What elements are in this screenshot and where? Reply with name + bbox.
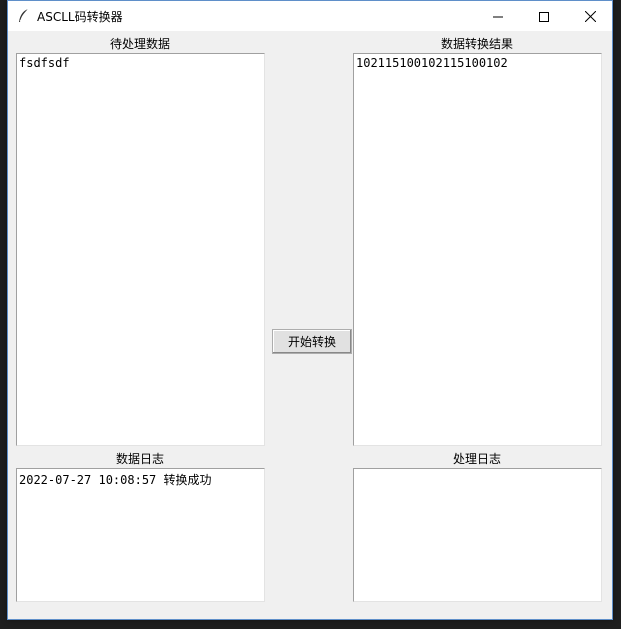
process-log-label: 处理日志 bbox=[452, 452, 501, 466]
close-icon bbox=[584, 7, 596, 26]
window-title: ASCLL码转换器 bbox=[37, 10, 123, 24]
input-label: 待处理数据 bbox=[109, 37, 170, 51]
data-log-textbox[interactable]: 2022-07-27 10:08:57 转换成功 bbox=[16, 468, 265, 602]
minimize-icon bbox=[493, 7, 503, 26]
data-log-label: 数据日志 bbox=[115, 452, 164, 466]
app-window: ASCLL码转换器 待处理数据 fsdfsdf 数据转换结果 102115100… bbox=[7, 0, 613, 620]
maximize-icon bbox=[539, 7, 549, 26]
process-log-textbox[interactable] bbox=[353, 468, 602, 602]
close-button[interactable] bbox=[567, 1, 613, 31]
minimize-button[interactable] bbox=[475, 1, 521, 31]
convert-button[interactable]: 开始转换 bbox=[272, 329, 352, 354]
input-textbox[interactable]: fsdfsdf bbox=[16, 53, 265, 446]
maximize-button[interactable] bbox=[521, 1, 567, 31]
output-label: 数据转换结果 bbox=[440, 37, 513, 51]
title-bar[interactable]: ASCLL码转换器 bbox=[8, 1, 612, 31]
output-textbox[interactable]: 102115100102115100102 bbox=[353, 53, 602, 446]
feather-icon bbox=[17, 8, 31, 24]
